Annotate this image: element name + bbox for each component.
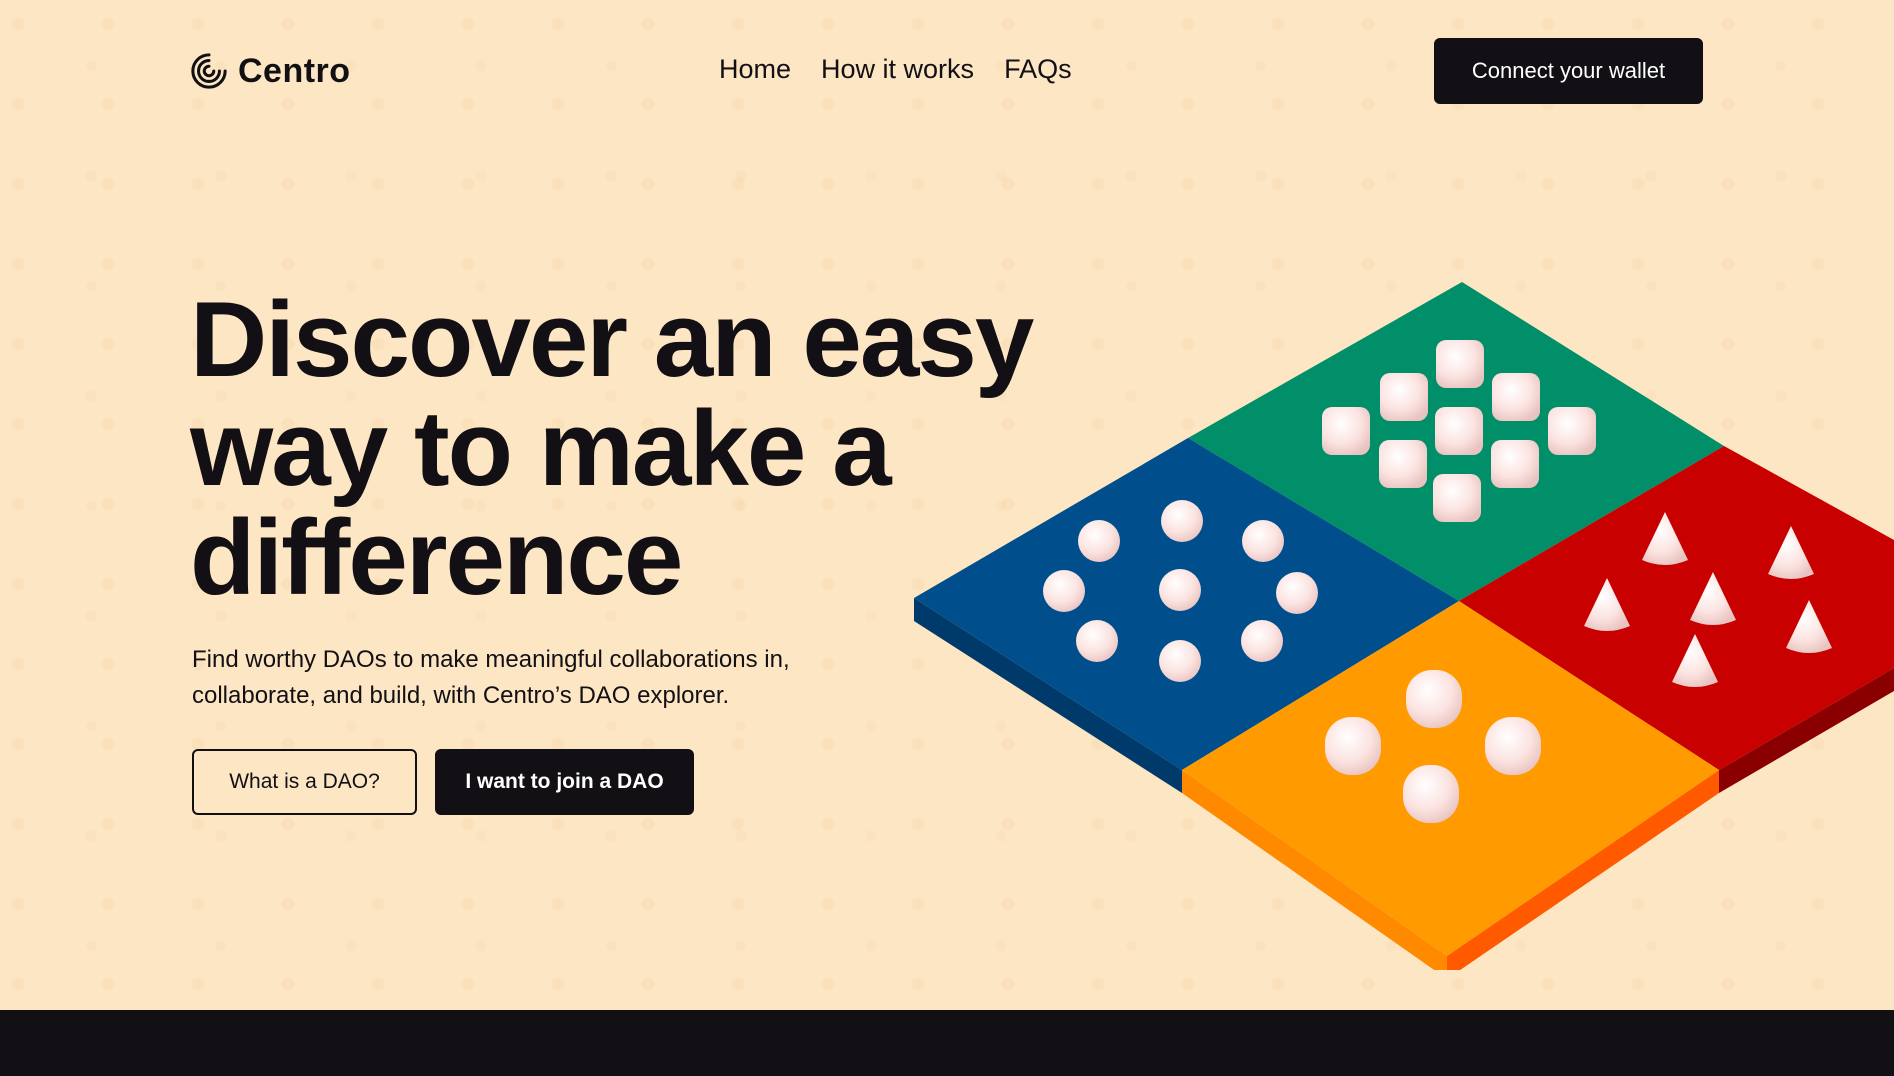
blue-tile-spheres <box>1043 500 1318 682</box>
join-dao-button[interactable]: I want to join a DAO <box>435 749 694 815</box>
hero-subtitle: Find worthy DAOs to make meaningful coll… <box>192 646 790 709</box>
hero-illustration <box>914 282 1894 970</box>
nav-how-it-works[interactable]: How it works <box>821 54 974 85</box>
spiral-logo-icon <box>191 53 227 89</box>
brand-logo[interactable]: Centro <box>190 50 351 92</box>
footer-band <box>0 1010 1894 1076</box>
brand-name: Centro <box>238 51 351 90</box>
connect-wallet-button[interactable]: Connect your wallet <box>1434 38 1703 104</box>
site-header: Centro Home How it works FAQs Connect yo… <box>0 0 1894 140</box>
main-nav: Home How it works FAQs <box>719 54 1072 85</box>
nav-home[interactable]: Home <box>719 54 791 85</box>
nav-faqs[interactable]: FAQs <box>1004 54 1072 85</box>
what-is-dao-button[interactable]: What is a DAO? <box>192 749 417 815</box>
